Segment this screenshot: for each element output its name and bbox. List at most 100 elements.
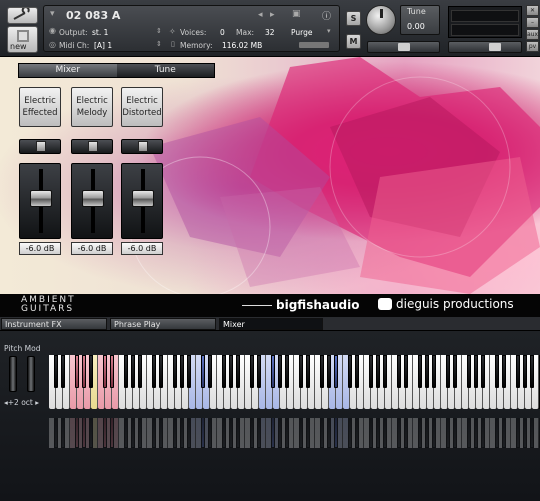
channel-electric-effected-button[interactable]: Electric Effected [19,87,61,127]
black-key[interactable] [186,355,192,388]
fader-cap[interactable] [30,190,52,207]
black-key[interactable] [326,355,332,388]
black-key[interactable] [522,355,528,388]
black-key[interactable] [515,355,521,388]
black-key[interactable] [319,355,325,388]
black-key[interactable] [368,355,374,388]
tab-instrument-fx[interactable]: Instrument FX [1,318,107,330]
black-key[interactable] [529,355,535,388]
pitch-wheel[interactable] [9,356,17,392]
channel-volume-fader[interactable] [19,163,61,239]
channel-pan-slider[interactable] [19,139,61,154]
channel-pan-slider[interactable] [71,139,113,154]
black-key[interactable] [382,355,388,388]
black-key[interactable] [333,355,339,388]
black-key[interactable] [228,355,234,388]
black-key[interactable] [354,355,360,388]
channel-volume-fader[interactable] [71,163,113,239]
black-key[interactable] [403,355,409,388]
minimize-icon[interactable]: – [526,17,539,28]
piano-keyboard[interactable] [49,355,540,409]
channel-db-value[interactable]: -6.0 dB [71,242,113,255]
midi-channel-value[interactable]: [A] 1 [94,41,112,50]
mute-button[interactable]: M [346,34,361,49]
solo-button[interactable]: S [346,11,361,26]
output-dropdown-icon[interactable]: ⇕ [156,27,162,35]
black-key[interactable] [424,355,430,388]
black-key[interactable] [466,355,472,388]
black-key[interactable] [109,355,115,388]
black-key[interactable] [137,355,143,388]
volume-slider[interactable] [448,41,522,53]
black-key[interactable] [102,355,108,388]
purge-menu[interactable]: Purge [291,28,312,37]
purge-dropdown-icon[interactable]: ▾ [327,27,331,35]
black-key[interactable] [172,355,178,388]
channel-pan-slider[interactable] [121,139,163,154]
fader-cap[interactable] [82,190,104,207]
black-key[interactable] [494,355,500,388]
next-instrument-icon[interactable]: ▸ [270,10,275,20]
channel-volume-fader[interactable] [121,163,163,239]
channel-electric-distorted-button[interactable]: Electric Distorted [121,87,163,127]
black-key[interactable] [207,355,213,388]
black-key[interactable] [74,355,80,388]
black-key[interactable] [88,355,94,388]
black-key[interactable] [452,355,458,388]
aux-button[interactable]: aux [526,29,539,40]
black-key[interactable] [221,355,227,388]
black-key[interactable] [123,355,129,388]
instrument-name[interactable]: 02 083 A [66,9,120,22]
tune-knob[interactable] [366,5,396,35]
channel-db-value[interactable]: -6.0 dB [121,242,163,255]
info-icon[interactable]: ⓘ [322,9,331,22]
black-key[interactable] [158,355,164,388]
channel-db-value[interactable]: -6.0 dB [19,242,61,255]
volume-slider-thumb[interactable] [489,43,501,51]
pan-thumb[interactable] [36,141,46,152]
black-key[interactable] [151,355,157,388]
fader-cap[interactable] [132,190,154,207]
pan-thumb[interactable] [138,141,148,152]
midi-dropdown-icon[interactable]: ⇕ [156,40,162,48]
black-key[interactable] [396,355,402,388]
black-key[interactable] [501,355,507,388]
prev-instrument-icon[interactable]: ◂ [258,10,263,20]
black-key[interactable] [347,355,353,388]
max-voices-value[interactable]: 32 [265,28,275,37]
tab-phrase-play[interactable]: Phrase Play [110,318,216,330]
black-key[interactable] [270,355,276,388]
pan-slider[interactable] [367,41,440,53]
black-key[interactable] [284,355,290,388]
black-key[interactable] [431,355,437,388]
octave-shift-control[interactable]: ◂+2 oct ▸ [4,398,39,407]
new-button[interactable]: new [7,26,38,53]
channel-electric-melody-button[interactable]: Electric Melody [71,87,113,127]
black-key[interactable] [305,355,311,388]
pan-thumb[interactable] [88,141,98,152]
tab-mixer[interactable]: Mixer [19,64,117,77]
black-key[interactable] [480,355,486,388]
black-key[interactable] [473,355,479,388]
black-key[interactable] [179,355,185,388]
mod-wheel[interactable] [27,356,35,392]
black-key[interactable] [200,355,206,388]
black-key[interactable] [256,355,262,388]
tab-mixer-bottom[interactable]: Mixer [219,318,323,330]
black-key[interactable] [417,355,423,388]
black-key[interactable] [277,355,283,388]
tab-tune[interactable]: Tune [116,64,214,77]
black-key[interactable] [130,355,136,388]
tune-value[interactable]: 0.00 [407,22,425,31]
black-key[interactable] [298,355,304,388]
collapse-arrow-icon[interactable]: ▾ [50,9,55,19]
close-icon[interactable]: ✕ [526,5,539,16]
black-key[interactable] [445,355,451,388]
black-key[interactable] [60,355,66,388]
black-key[interactable] [235,355,241,388]
pv-button[interactable]: pv [526,41,539,52]
black-key[interactable] [53,355,59,388]
black-key[interactable] [81,355,87,388]
black-key[interactable] [249,355,255,388]
wrench-button[interactable] [7,6,38,24]
